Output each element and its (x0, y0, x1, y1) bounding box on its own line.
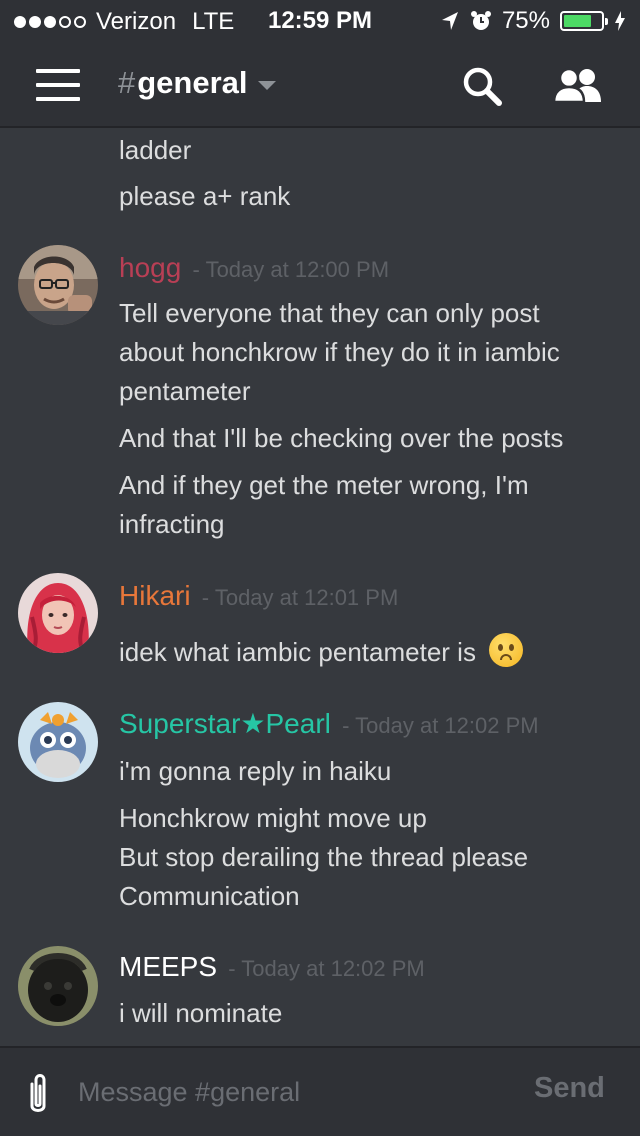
message-text: idek what iambic pentameter is (119, 637, 476, 667)
message-line: infracting (119, 509, 225, 539)
message-header: hogg - Today at 12:00 PM (119, 252, 389, 286)
message-line: Honchkrow might move up (119, 803, 427, 833)
paperclip-icon[interactable] (24, 1070, 52, 1118)
battery-fill (564, 15, 591, 27)
author-name[interactable]: Superstar★Pearl (119, 708, 331, 739)
battery-icon (560, 11, 608, 31)
status-bar: Verizon LTE 12:59 PM 75% (0, 0, 640, 42)
message-timestamp: - Today at 12:01 PM (201, 585, 399, 610)
channel-hash: # (118, 65, 136, 100)
discord-app: Verizon LTE 12:59 PM 75% # general ladde… (0, 0, 640, 1136)
author-name[interactable]: MEEPS (119, 951, 217, 982)
send-button[interactable]: Send (534, 1072, 605, 1105)
message-line: about honchkrow if they do it in iambic (119, 337, 560, 367)
hamburger-icon[interactable] (36, 69, 80, 101)
message-header: Superstar★Pearl - Today at 12:02 PM (119, 708, 539, 742)
avatar-hogg[interactable] (18, 245, 98, 325)
location-arrow-icon (441, 12, 458, 30)
message-line: i'm gonna reply in haiku (119, 756, 392, 786)
message-line: And if they get the meter wrong, I'm (119, 470, 529, 500)
author-name[interactable]: Hikari (119, 580, 191, 611)
avatar-superstar-pearl[interactable] (18, 702, 98, 782)
battery-percent: 75% (501, 7, 550, 34)
message-line: i will nominate (119, 998, 283, 1028)
message-line: please a+ rank (119, 181, 291, 211)
message-timestamp: - Today at 12:02 PM (342, 713, 539, 738)
channel-title[interactable]: # general (118, 65, 276, 101)
avatar-hikari[interactable] (18, 573, 98, 653)
message-list[interactable]: ladder please a+ rank hogg - Today at 12… (0, 128, 640, 1046)
frowning-face-emoji (489, 633, 524, 667)
search-icon[interactable] (460, 64, 504, 108)
message-line: pentameter (119, 376, 251, 406)
message-composer: Send (0, 1046, 640, 1136)
chevron-down-icon (257, 80, 276, 90)
channel-header: # general (0, 42, 640, 128)
battery-tip (605, 18, 608, 25)
members-icon[interactable] (552, 64, 604, 108)
avatar-meeps[interactable] (18, 946, 98, 1026)
message-line: Tell everyone that they can only post (119, 298, 540, 328)
message-header: Hikari - Today at 12:01 PM (119, 580, 398, 614)
message-timestamp: - Today at 12:00 PM (192, 257, 390, 282)
alarm-clock-icon (470, 11, 491, 30)
charging-bolt-icon (615, 11, 625, 31)
author-name[interactable]: hogg (119, 252, 181, 283)
channel-name: general (137, 65, 248, 100)
message-input[interactable] (78, 1072, 498, 1112)
message-line: But stop derailing the thread please (119, 842, 529, 872)
message-line: idek what iambic pentameter is (119, 633, 524, 667)
message-header: MEEPS - Today at 12:02 PM (119, 951, 425, 985)
status-right: 75% (440, 7, 626, 35)
message-line: And that I'll be checking over the posts (119, 423, 564, 453)
message-line: ladder (119, 135, 192, 165)
message-line: Communication (119, 881, 300, 911)
message-timestamp: - Today at 12:02 PM (228, 956, 425, 981)
